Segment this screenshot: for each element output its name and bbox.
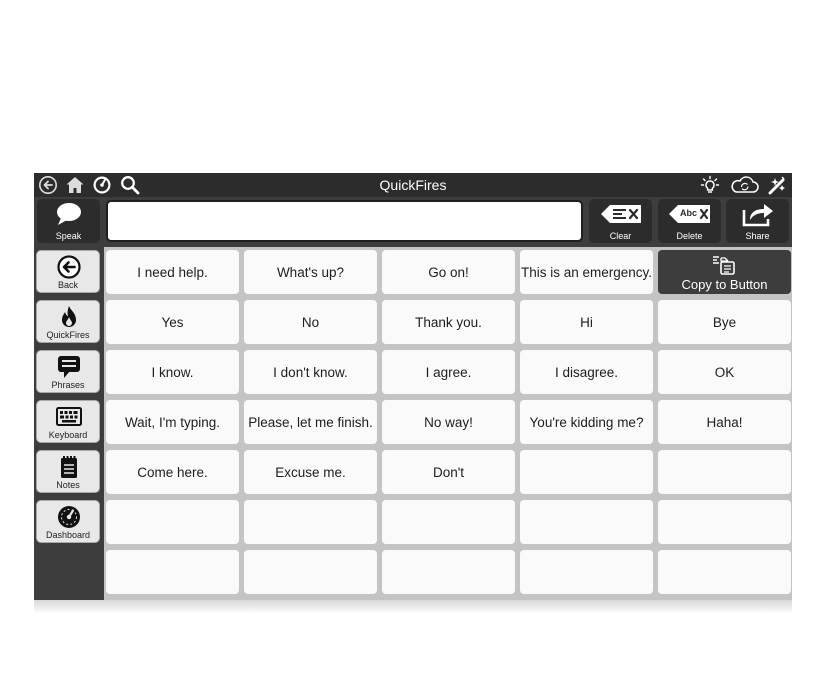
clear-icon [601, 205, 641, 223]
clear-label: Clear [609, 231, 632, 241]
empty-phrase-button[interactable] [658, 550, 791, 594]
clear-button[interactable]: Clear [589, 199, 652, 243]
phrase-button[interactable]: Please, let me finish. [244, 400, 377, 444]
keyboard-icon [56, 407, 82, 426]
empty-phrase-button[interactable] [520, 450, 653, 494]
empty-phrase-button[interactable] [520, 500, 653, 544]
phrase-button[interactable]: Haha! [658, 400, 791, 444]
dashboard-icon[interactable] [92, 175, 112, 195]
home-icon[interactable] [65, 175, 85, 195]
phrase-button[interactable]: Don't [382, 450, 515, 494]
empty-phrase-button[interactable] [244, 550, 377, 594]
phrase-button[interactable]: I need help. [106, 250, 239, 294]
cloud-sync-icon[interactable] [728, 175, 760, 195]
copy-to-button[interactable]: Copy to Button [658, 250, 791, 294]
sidebar-item-phrases[interactable]: Phrases [36, 350, 100, 393]
sidebar: Back QuickFires Phrases Keyboard Notes D… [34, 247, 104, 605]
delete-icon-text: Abc [680, 208, 698, 218]
speech-bubble-icon [58, 356, 80, 378]
phrase-button[interactable]: Excuse me. [244, 450, 377, 494]
back-circle-icon[interactable] [38, 175, 58, 195]
empty-phrase-button[interactable] [658, 450, 791, 494]
phrase-button[interactable]: This is an emergency. [520, 250, 653, 294]
copy-to-button-label: Copy to Button [681, 277, 768, 292]
phrase-button[interactable]: Yes [106, 300, 239, 344]
lightbulb-icon[interactable] [700, 175, 720, 195]
tool-row: Speak Clear Abc Delete Share [34, 197, 792, 247]
sidebar-item-label: QuickFires [46, 330, 90, 340]
empty-phrase-button[interactable] [244, 500, 377, 544]
delete-label: Delete [676, 231, 703, 241]
app-window: QuickFires Speak Clear Abc Delete Share … [34, 173, 792, 605]
empty-phrase-button[interactable] [382, 550, 515, 594]
sidebar-item-dashboard[interactable]: Dashboard [36, 500, 100, 543]
sidebar-item-label: Dashboard [45, 530, 91, 540]
title-bar: QuickFires [34, 173, 792, 197]
phrase-button[interactable]: Hi [520, 300, 653, 344]
phrase-button[interactable]: I disagree. [520, 350, 653, 394]
back-arrow-icon [57, 255, 81, 279]
phrase-button[interactable]: What's up? [244, 250, 377, 294]
fire-icon [62, 306, 76, 327]
sidebar-item-back[interactable]: Back [36, 250, 100, 293]
page-title: QuickFires [379, 177, 447, 193]
search-icon[interactable] [120, 175, 140, 195]
phrase-button[interactable]: No way! [382, 400, 515, 444]
notepad-icon [61, 456, 77, 478]
phrase-button[interactable]: Wait, I'm typing. [106, 400, 239, 444]
delete-icon: Abc [668, 203, 711, 225]
edit-wand-icon[interactable] [767, 175, 787, 195]
sidebar-item-notes[interactable]: Notes [36, 450, 100, 493]
phrase-button[interactable]: OK [658, 350, 791, 394]
empty-phrase-button[interactable] [106, 500, 239, 544]
speak-button[interactable]: Speak [37, 199, 100, 243]
phrase-button[interactable]: You're kidding me? [520, 400, 653, 444]
bottom-shadow [34, 600, 792, 614]
sidebar-item-label: Back [57, 280, 78, 290]
phrase-button[interactable]: No [244, 300, 377, 344]
phrase-button[interactable]: I don't know. [244, 350, 377, 394]
sidebar-item-keyboard[interactable]: Keyboard [36, 400, 100, 443]
message-bar[interactable] [106, 200, 583, 242]
empty-phrase-button[interactable] [658, 500, 791, 544]
empty-phrase-button[interactable] [520, 550, 653, 594]
sidebar-item-quickfires[interactable]: QuickFires [36, 300, 100, 343]
phrase-button[interactable]: Bye [658, 300, 791, 344]
share-icon [742, 204, 773, 227]
phrase-button[interactable]: Thank you. [382, 300, 515, 344]
speech-bubble-icon [57, 203, 81, 225]
phrase-button[interactable]: Come here. [106, 450, 239, 494]
phrase-grid: I need help. What's up? Go on! This is a… [104, 247, 792, 605]
sidebar-item-label: Phrases [51, 380, 85, 390]
phrase-button[interactable]: Go on! [382, 250, 515, 294]
delete-button[interactable]: Abc Delete [658, 199, 721, 243]
phrase-button[interactable]: I know. [106, 350, 239, 394]
sidebar-item-label: Notes [56, 480, 80, 490]
empty-phrase-button[interactable] [382, 500, 515, 544]
share-label: Share [745, 231, 770, 241]
share-button[interactable]: Share [726, 199, 789, 243]
speak-label: Speak [55, 231, 82, 241]
copy-to-button-icon [713, 256, 735, 275]
empty-phrase-button[interactable] [106, 550, 239, 594]
dashboard-icon [58, 506, 80, 528]
phrase-button[interactable]: I agree. [382, 350, 515, 394]
sidebar-item-label: Keyboard [48, 430, 88, 440]
